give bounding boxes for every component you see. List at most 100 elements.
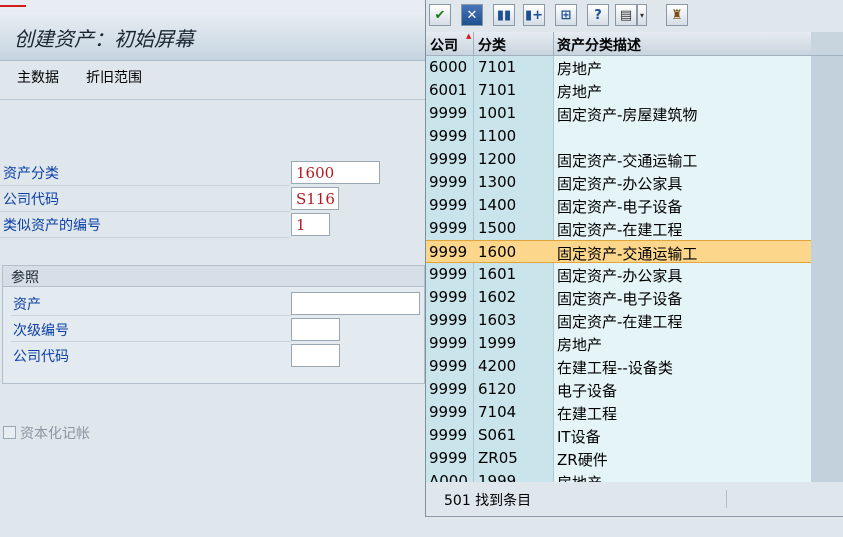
cell-class: 1100 (478, 127, 517, 145)
table-row[interactable]: 9999 1200 固定资产-交通运输工 (426, 148, 811, 171)
column-header-description[interactable]: 资产分类描述 (557, 35, 641, 55)
cell-class: 1999 (478, 334, 517, 352)
cell-class: 1602 (478, 288, 517, 306)
table-row[interactable]: 9999 1601 固定资产-办公家具 (426, 263, 811, 286)
cell-class: 6120 (478, 380, 517, 398)
cell-class: 1603 (478, 311, 517, 329)
column-header-company[interactable]: 公司 (430, 35, 458, 55)
cell-company: 9999 (429, 196, 468, 214)
table-row[interactable]: 9999 1602 固定资产-电子设备 (426, 286, 811, 309)
table-row[interactable]: 9999 4200 在建工程--设备类 (426, 355, 811, 378)
cell-company: 9999 (429, 265, 468, 283)
table-row[interactable]: 9999 ZR05 ZR硬件 (426, 447, 811, 470)
cell-company: 9999 (429, 288, 468, 306)
cell-company: 9999 (429, 311, 468, 329)
table-row[interactable]: 9999 6120 电子设备 (426, 378, 811, 401)
table-row[interactable]: 9999 1100 (426, 125, 811, 148)
table-row[interactable]: 9999 1500 固定资产-在建工程 (426, 217, 811, 240)
cell-class: 1001 (478, 104, 517, 122)
application-toolbar: 主数据 折旧范围 (0, 61, 425, 100)
cell-description: 固定资产-在建工程 (557, 221, 683, 239)
column-header-class[interactable]: 分类 (478, 35, 506, 55)
master-data-button[interactable]: 主数据 (17, 67, 59, 87)
cell-class: 1601 (478, 265, 517, 283)
company-code-label: 公司代码 (3, 192, 59, 208)
cell-company: 9999 (429, 357, 468, 375)
refresh-icon[interactable]: ⊞ (555, 4, 577, 26)
cell-description: 电子设备 (557, 382, 618, 400)
status-divider (726, 490, 727, 508)
reference-asset-label: 资产 (13, 297, 41, 313)
print-icon[interactable]: ▤ (615, 4, 637, 26)
table-row[interactable]: 9999 S061 IT设备 (426, 424, 811, 447)
cell-company: 6000 (429, 58, 468, 76)
similar-assets-field[interactable]: 1 (291, 213, 330, 236)
info-icon[interactable]: ? (587, 4, 609, 26)
cell-company: 9999 (429, 449, 468, 467)
cell-class: 4200 (478, 357, 517, 375)
row-divider (11, 315, 291, 316)
cell-class: 1400 (478, 196, 517, 214)
title-bar: 创建资产：初始屏幕 (0, 13, 425, 61)
popup-status-bar: 501 找到条目 (426, 482, 843, 516)
table-row[interactable]: 6001 7101 房地产 (426, 79, 811, 102)
personalize-icon[interactable]: ♜ (666, 4, 688, 26)
entries-found-text: 501 找到条目 (444, 493, 532, 509)
cell-company: 9999 (429, 219, 468, 237)
find-icon[interactable]: ▮▮ (493, 4, 515, 26)
cell-description: 固定资产-房屋建筑物 (557, 106, 698, 124)
check-icon[interactable]: ✔ (429, 4, 451, 26)
dropdown-icon[interactable]: ▾ (637, 4, 647, 26)
cell-class: 1300 (478, 173, 517, 191)
table-row[interactable]: 6000 7101 房地产 (426, 56, 811, 79)
main-screen: 创建资产：初始屏幕 主数据 折旧范围 资产分类 1600 公司代码 S116 类… (0, 0, 425, 537)
cell-description: 房地产 (557, 60, 603, 78)
cell-description: 固定资产-电子设备 (557, 290, 683, 308)
asset-class-field[interactable]: 1600 (291, 161, 380, 184)
table-row[interactable]: 9999 1300 固定资产-办公家具 (426, 171, 811, 194)
table-row[interactable]: 9999 7104 在建工程 (426, 401, 811, 424)
row-divider (0, 185, 290, 186)
cell-class: 7101 (478, 58, 517, 76)
cell-class: 7104 (478, 403, 517, 421)
cell-class: 1999 (478, 472, 517, 482)
empty-pane (811, 56, 843, 482)
column-header: 公司 ▲ 分类 资产分类描述 (426, 32, 811, 56)
table-row[interactable]: A000 1999 房地产 (426, 470, 811, 482)
cell-description: 固定资产-办公家具 (557, 267, 683, 285)
header-filler (811, 32, 843, 56)
cell-description: 房地产 (557, 83, 603, 101)
row-divider (0, 237, 290, 238)
cell-company: 9999 (429, 426, 468, 444)
cell-class: 1200 (478, 150, 517, 168)
table-row[interactable]: 9999 1600 固定资产-交通运输工 (426, 240, 811, 263)
row-divider (0, 211, 290, 212)
cell-company: 6001 (429, 81, 468, 99)
sort-ascending-icon: ▲ (466, 32, 472, 40)
reference-group: 参照 资产 次级编号 公司代码 (2, 265, 425, 384)
reference-group-title: 参照 (3, 266, 424, 287)
cancel-icon[interactable]: ✕ (461, 4, 483, 26)
table-row[interactable]: 9999 1999 房地产 (426, 332, 811, 355)
table-row[interactable]: 9999 1603 固定资产-在建工程 (426, 309, 811, 332)
top-strip (0, 0, 425, 13)
asset-class-label: 资产分类 (3, 166, 59, 182)
find-next-icon[interactable]: ▮+ (523, 4, 545, 26)
cell-description: ZR硬件 (557, 451, 608, 469)
similar-assets-label: 类似资产的编号 (3, 218, 101, 234)
table-row[interactable]: 9999 1001 固定资产-房屋建筑物 (426, 102, 811, 125)
company-code-field[interactable]: S116 (291, 187, 339, 210)
table-row[interactable]: 9999 1400 固定资产-电子设备 (426, 194, 811, 217)
reference-company-code-field[interactable] (291, 344, 340, 367)
cell-description: 固定资产-交通运输工 (557, 245, 698, 263)
reference-asset-field[interactable] (291, 292, 420, 315)
cell-class: 1600 (478, 243, 517, 261)
page-title: 创建资产：初始屏幕 (14, 27, 194, 51)
results-table: 6000 7101 房地产 6001 7101 房地产 9999 1001 固定资产-房屋建筑物… (426, 56, 811, 482)
cell-class: ZR05 (478, 449, 518, 467)
capitalize-checkbox[interactable] (3, 426, 16, 439)
cell-description: 固定资产-办公家具 (557, 175, 683, 193)
depreciation-areas-button[interactable]: 折旧范围 (86, 67, 142, 87)
cell-description: 固定资产-电子设备 (557, 198, 683, 216)
reference-subnumber-field[interactable] (291, 318, 340, 341)
